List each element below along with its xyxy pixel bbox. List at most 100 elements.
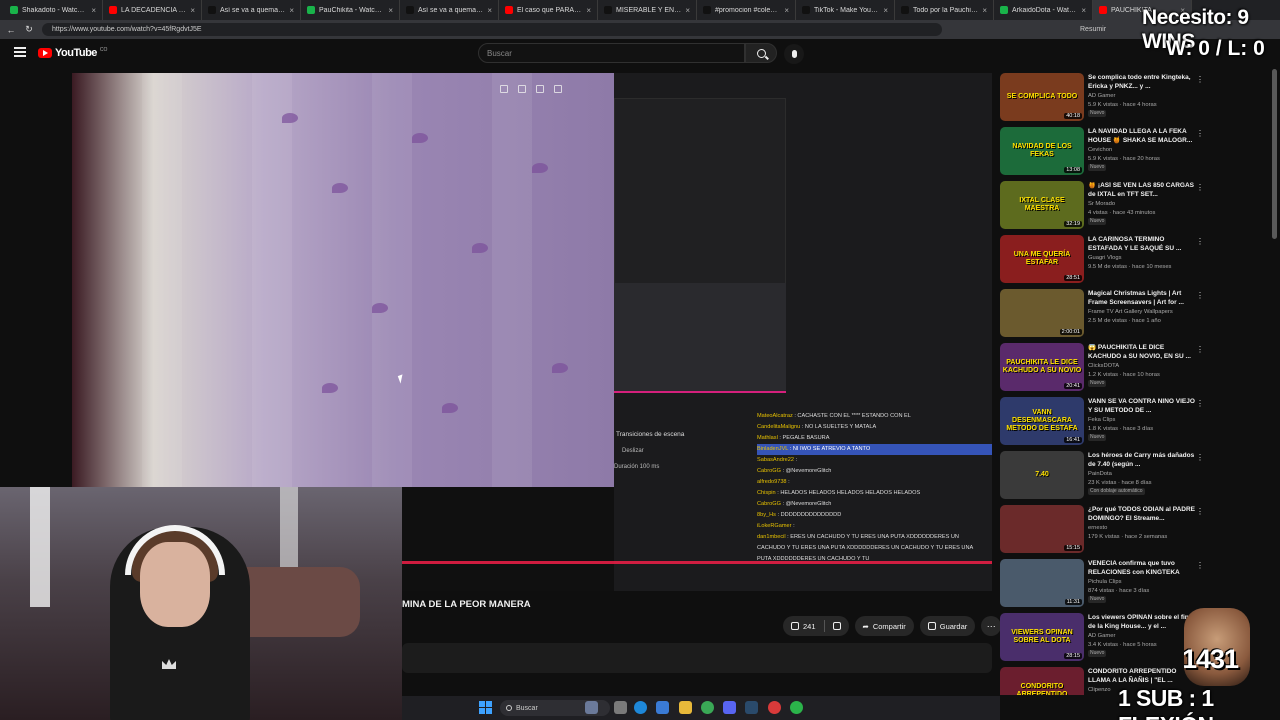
video-thumbnail[interactable]: 7.40 [1000,451,1084,499]
video-thumbnail[interactable]: IXTAL CLASE MAESTRA 32:19 [1000,181,1084,229]
whatsapp-icon[interactable] [790,701,803,714]
channel-name[interactable]: Guagri Vlogs [1088,254,1196,263]
browser-tab[interactable]: #promocion #colegio # × [697,0,796,20]
edge-icon[interactable] [634,701,647,714]
tab-close-icon[interactable]: × [784,6,789,15]
voice-search-button[interactable] [784,44,804,64]
recommended-video[interactable]: IXTAL CLASE MAESTRA 32:19 🍯 ¡ASÍ SE VEN LA… [1000,181,1270,235]
more-options-icon[interactable]: ⋮ [1196,507,1204,516]
video-thumbnail[interactable]: NAVIDAD DE LOS FEKAS 13:08 [1000,127,1084,175]
more-options-icon[interactable]: ⋮ [1196,291,1204,300]
channel-name[interactable]: AD Gamer [1088,632,1196,641]
recommended-video[interactable]: PAUCHIKITA LE DICE KACHUDO A SU NOVIO 20:… [1000,343,1270,397]
video-title[interactable]: ¿Por qué TODOS ODIAN al PADRE DOMINGO? E… [1088,506,1196,523]
tab-close-icon[interactable]: × [388,6,393,15]
browser-tab[interactable]: LA DECADENCIA DE LA FE × [103,0,202,20]
video-thumbnail[interactable]: 2:00:01 [1000,289,1084,337]
browser-tab[interactable]: PauChikita - Watch clips× [301,0,400,20]
menu-icon[interactable] [14,47,26,57]
more-options-icon[interactable]: ⋮ [1196,183,1204,192]
browser-tab[interactable]: Shakadoto - Watch clips × [4,0,103,20]
video-title[interactable]: 🍯 ¡ASÍ SE VEN LAS 850 CARGAS de IXTAL en… [1088,182,1196,199]
video-thumbnail[interactable]: PAUCHIKITA LE DICE KACHUDO A SU NOVIO 20:… [1000,343,1084,391]
steam-icon[interactable] [745,701,758,714]
recommended-video[interactable]: VANN DESENMASCARA METODO DE ESTAFA 16:41 V… [1000,397,1270,451]
channel-name[interactable]: ClicksDOTA [1088,362,1196,371]
discord-icon[interactable] [723,701,736,714]
files-icon[interactable] [614,701,627,714]
tab-close-icon[interactable]: × [190,6,195,15]
chrome-icon[interactable] [768,701,781,714]
recommended-video[interactable]: NAVIDAD DE LOS FEKAS 13:08 LA NAVIDAD LLEG… [1000,127,1270,181]
video-thumbnail[interactable]: VANN DESENMASCARA METODO DE ESTAFA 16:41 [1000,397,1084,445]
more-actions-button[interactable]: ⋯ [981,616,1002,636]
tab-close-icon[interactable]: × [883,6,888,15]
like-button[interactable]: 241 [783,616,849,636]
browser-tab[interactable]: ArkaidoDota - Watch clip × [994,0,1093,20]
browser-tab[interactable]: Así se va a quemar ? xd # × [202,0,301,20]
channel-name[interactable]: PainDota [1088,470,1196,479]
reload-icon[interactable]: ↻ [24,24,34,35]
more-options-icon[interactable]: ⋮ [1196,237,1204,246]
folder-icon[interactable] [679,701,692,714]
browser-tab[interactable]: TikTok - Make Your Day × [796,0,895,20]
description-box[interactable] [402,643,992,673]
tab-close-icon[interactable]: × [685,6,690,15]
video-thumbnail[interactable]: SE COMPLICA TODO 40:18 [1000,73,1084,121]
video-title[interactable]: Magical Christmas Lights | Art Frame Scr… [1088,290,1196,307]
channel-name[interactable]: ernesto [1088,524,1196,533]
video-title[interactable]: CONDORITO ARREPENTIDO LLAMA A LA ÑAÑIS |… [1088,668,1196,685]
more-options-icon[interactable]: ⋮ [1196,75,1204,84]
channel-name[interactable]: Sr Morado [1088,200,1196,209]
recommended-video[interactable]: SE COMPLICA TODO 40:18 Se complica todo en… [1000,73,1270,127]
youtube-logo[interactable]: YouTube CO [38,47,107,59]
video-title[interactable]: VANN SE VA CONTRA NIÑO VIEJO Y SU METODO… [1088,398,1196,415]
thumbs-down-icon[interactable] [832,622,841,630]
recommended-video[interactable]: 15:15 ¿Por qué TODOS ODIAN al PADRE DOMIN… [1000,505,1270,559]
video-title[interactable]: Los héroes de Carry más dañados de 7.40 … [1088,452,1196,469]
browser-tab[interactable]: Así se va a quemar ? xd # × [400,0,499,20]
more-options-icon[interactable]: ⋮ [1196,399,1204,408]
video-title[interactable]: 😱 PAUCHIKITA LE DICE KACHUDO a SU NOVIO,… [1088,344,1196,361]
tab-close-icon[interactable]: × [586,6,591,15]
browser-tab[interactable]: El caso que PARALIZÓ × [499,0,598,20]
video-title[interactable]: Se complica todo entre Kingteka, Ericka … [1088,74,1196,91]
tab-close-icon[interactable]: × [289,6,294,15]
more-options-icon[interactable]: ⋮ [1196,453,1204,462]
channel-name[interactable]: Frame TV Art Gallery Wallpapers [1088,308,1196,317]
video-title[interactable]: Los viewers OPINAN sobre el fin de la Ki… [1088,614,1196,631]
video-thumbnail[interactable]: VIEWERS OPINAN SOBRE AL DOTA 28:15 [1000,613,1084,661]
video-title[interactable]: LA CARIÑOSA TERMINÓ ESTAFADA Y LE SAQUÉ … [1088,236,1196,253]
video-title[interactable]: LA NAVIDAD LLEGA A LA FEKA HOUSE 🍯 SHAKA… [1088,128,1196,145]
tab-close-icon[interactable]: × [982,6,987,15]
windows-start-icon[interactable] [479,701,492,714]
recommended-video[interactable]: 2:00:01 Magical Christmas Lights | Art Fr… [1000,289,1270,343]
video-thumbnail[interactable]: 11:31 [1000,559,1084,607]
weather-icon[interactable] [585,701,598,714]
save-button[interactable]: Guardar [919,616,976,636]
search-input[interactable]: Buscar [478,43,745,63]
browser-tab[interactable]: Todo por la Pauchikita # × [895,0,994,20]
more-options-icon[interactable]: ⋮ [1196,561,1204,570]
more-options-icon[interactable]: ⋮ [1196,345,1204,354]
share-button[interactable]: ➦ Compartir [854,616,914,636]
video-progress-bar[interactable] [402,561,992,564]
more-options-icon[interactable]: ⋮ [1196,129,1204,138]
app-icon[interactable] [656,701,669,714]
resumir-button[interactable]: Resumir [1080,26,1106,33]
video-title[interactable]: VENECIA confirma que tuvo RELACIONES con… [1088,560,1196,577]
search-button[interactable] [745,43,777,63]
chrome-icon[interactable] [701,701,714,714]
tab-close-icon[interactable]: × [487,6,492,15]
tab-close-icon[interactable]: × [1081,6,1086,15]
tab-close-icon[interactable]: × [91,6,96,15]
channel-name[interactable]: Feka Clips [1088,416,1196,425]
url-field[interactable]: https://www.youtube.com/watch?v=45fRgdvt… [42,23,942,36]
channel-name[interactable]: Cevichon [1088,146,1196,155]
recommended-video[interactable]: 11:31 VENECIA confirma que tuvo RELACIONE… [1000,559,1270,613]
video-thumbnail[interactable]: UNA ME QUERÍA ESTAFAR 28:51 [1000,235,1084,283]
back-icon[interactable]: ← [6,25,16,35]
browser-tab[interactable]: MISERABLE Y ENCIMA S× [598,0,697,20]
video-thumbnail[interactable]: CONDORITO ARREPENTIDO [1000,667,1084,695]
channel-name[interactable]: Pichula Clips [1088,578,1196,587]
